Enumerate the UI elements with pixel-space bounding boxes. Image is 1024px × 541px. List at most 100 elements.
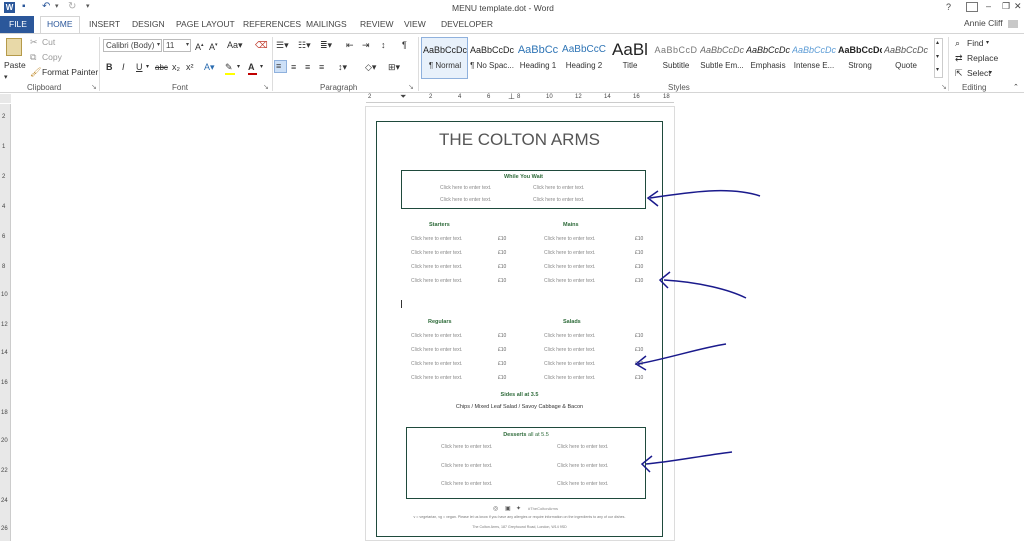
text-placeholder[interactable]: Click here to enter text. <box>544 236 595 242</box>
bold-button[interactable]: B <box>106 62 113 73</box>
text-placeholder[interactable]: Click here to enter text. <box>411 333 462 339</box>
price[interactable]: £10 <box>498 264 506 270</box>
undo-icon[interactable]: ↶ <box>42 1 50 12</box>
select-icon[interactable]: ⇱ <box>955 68 963 79</box>
font-size-select[interactable]: 11 ▾ <box>163 39 191 52</box>
undo-dropdown-icon[interactable]: ▾ <box>55 2 59 10</box>
paste-dropdown-icon[interactable]: ▾ <box>4 72 8 83</box>
user-name[interactable]: Annie Cliff <box>964 18 1003 28</box>
style-normal[interactable]: AaBbCcDc ¶ Normal <box>423 39 467 77</box>
customize-toolbar-icon[interactable]: ▾ <box>86 2 90 10</box>
scroll-up-icon[interactable]: ▴ <box>936 38 939 49</box>
text-placeholder[interactable]: Click here to enter text. <box>544 264 595 270</box>
text-placeholder[interactable]: Click here to enter text. <box>533 185 584 191</box>
text-placeholder[interactable]: Click here to enter text. <box>544 375 595 381</box>
save-icon[interactable]: ▪ <box>22 1 26 12</box>
text-placeholder[interactable]: Click here to enter text. <box>411 361 462 367</box>
format-painter-icon[interactable]: 🖌 <box>30 67 41 78</box>
paste-button[interactable]: Paste <box>4 60 26 71</box>
show-formatting-icon[interactable]: ¶ <box>402 40 407 51</box>
text-placeholder[interactable]: Click here to enter text. <box>557 481 608 487</box>
decrease-indent-icon[interactable]: ⇤ <box>346 40 354 51</box>
styles-more-icon[interactable]: ▾ <box>936 65 939 76</box>
font-color-icon[interactable]: A <box>248 62 255 73</box>
highlight-icon[interactable]: ✎ <box>225 62 233 73</box>
sort-icon[interactable]: ↕ <box>381 40 386 51</box>
borders-icon[interactable]: ⊞▾ <box>388 62 400 73</box>
highlight-dropdown-icon[interactable]: ▾ <box>237 62 240 73</box>
superscript-button[interactable]: x² <box>186 62 194 73</box>
multilevel-list-icon[interactable]: ≣▾ <box>320 40 332 51</box>
underline-button[interactable]: U <box>136 62 143 73</box>
price[interactable]: £10 <box>498 333 506 339</box>
text-placeholder[interactable]: Click here to enter text. <box>441 481 492 487</box>
text-placeholder[interactable]: Click here to enter text. <box>411 264 462 270</box>
avatar[interactable] <box>1008 20 1018 28</box>
text-placeholder[interactable]: Click here to enter text. <box>411 347 462 353</box>
copy-icon[interactable]: ⧉ <box>30 52 36 63</box>
strikethrough-button[interactable]: abc <box>155 62 168 73</box>
text-placeholder[interactable]: Click here to enter text. <box>411 278 462 284</box>
styles-launcher-icon[interactable]: ↘ <box>941 82 947 93</box>
cut-icon[interactable]: ✂ <box>30 37 38 48</box>
price[interactable]: £10 <box>498 278 506 284</box>
shrink-font-icon[interactable]: A▾ <box>209 40 218 53</box>
line-spacing-icon[interactable]: ↕▾ <box>338 62 347 73</box>
ruler-indent-marker[interactable]: ⏷ <box>400 92 406 102</box>
vertical-ruler[interactable]: 2 1 2 4 6 8 10 12 14 16 18 20 22 24 26 <box>0 104 11 541</box>
tab-design[interactable]: DESIGN <box>132 18 165 30</box>
align-right-icon[interactable]: ≡ <box>305 62 310 73</box>
clear-formatting-icon[interactable]: ⌫ <box>255 40 268 51</box>
ruler-tab-marker[interactable]: ⊥ <box>508 92 515 101</box>
text-placeholder[interactable]: Click here to enter text. <box>411 250 462 256</box>
shading-icon[interactable]: ◇▾ <box>365 62 376 73</box>
replace-icon[interactable]: ⇄ <box>955 53 963 64</box>
align-left-button[interactable]: ≡ <box>274 60 287 73</box>
style-no-spacing[interactable]: AaBbCcDc ¶ No Spac... <box>470 39 514 77</box>
style-intense-emphasis[interactable]: AaBbCcDc Intense E... <box>792 39 836 77</box>
text-placeholder[interactable]: Click here to enter text. <box>544 347 595 353</box>
tab-developer[interactable]: DEVELOPER <box>441 18 493 30</box>
close-button[interactable]: ✕ <box>1014 1 1022 12</box>
text-placeholder[interactable]: Click here to enter text. <box>411 375 462 381</box>
replace-button[interactable]: Replace <box>967 53 998 64</box>
font-name-select[interactable]: Calibri (Body) ▾ <box>103 39 162 52</box>
tab-page-layout[interactable]: PAGE LAYOUT <box>176 18 235 30</box>
ribbon-display-icon[interactable] <box>966 2 978 12</box>
select-dropdown-icon[interactable]: ▾ <box>989 68 992 79</box>
text-placeholder[interactable]: Click here to enter text. <box>544 278 595 284</box>
text-placeholder[interactable]: Click here to enter text. <box>544 361 595 367</box>
minimize-button[interactable]: – <box>986 1 991 11</box>
price[interactable]: £10 <box>498 347 506 353</box>
find-dropdown-icon[interactable]: ▾ <box>986 38 989 49</box>
paste-icon[interactable] <box>6 38 22 56</box>
text-effects-icon[interactable]: A▾ <box>204 62 215 73</box>
style-title[interactable]: AaBl Title <box>608 39 652 77</box>
scroll-down-icon[interactable]: ▾ <box>936 52 939 63</box>
subscript-button[interactable]: x₂ <box>172 62 180 73</box>
underline-dropdown-icon[interactable]: ▾ <box>146 62 149 73</box>
styles-scrollbar[interactable]: ▴ ▾ ▾ <box>934 38 943 78</box>
text-placeholder[interactable]: Click here to enter text. <box>557 463 608 469</box>
restore-button[interactable]: ❐ <box>1002 1 1010 12</box>
ruler-corner[interactable] <box>0 94 11 103</box>
text-placeholder[interactable]: Click here to enter text. <box>411 236 462 242</box>
copy-button[interactable]: Copy <box>42 52 62 63</box>
style-quote[interactable]: AaBbCcDc Quote <box>884 39 928 77</box>
text-placeholder[interactable]: Click here to enter text. <box>557 444 608 450</box>
text-placeholder[interactable]: Click here to enter text. <box>441 463 492 469</box>
font-color-dropdown-icon[interactable]: ▾ <box>260 62 263 73</box>
numbering-icon[interactable]: ☷▾ <box>298 40 311 51</box>
help-button[interactable]: ? <box>946 2 951 12</box>
align-center-icon[interactable]: ≡ <box>291 62 296 73</box>
price[interactable]: £10 <box>498 236 506 242</box>
style-emphasis[interactable]: AaBbCcDc Emphasis <box>746 39 790 77</box>
style-subtle-emphasis[interactable]: AaBbCcDc Subtle Em... <box>700 39 744 77</box>
tab-insert[interactable]: INSERT <box>89 18 120 30</box>
format-painter-button[interactable]: Format Painter <box>42 67 98 78</box>
clipboard-launcher-icon[interactable]: ↘ <box>91 82 97 93</box>
change-case-icon[interactable]: Aa▾ <box>227 40 243 51</box>
text-placeholder[interactable]: Click here to enter text. <box>544 250 595 256</box>
text-placeholder[interactable]: Click here to enter text. <box>440 185 491 191</box>
select-button[interactable]: Select <box>967 68 991 79</box>
